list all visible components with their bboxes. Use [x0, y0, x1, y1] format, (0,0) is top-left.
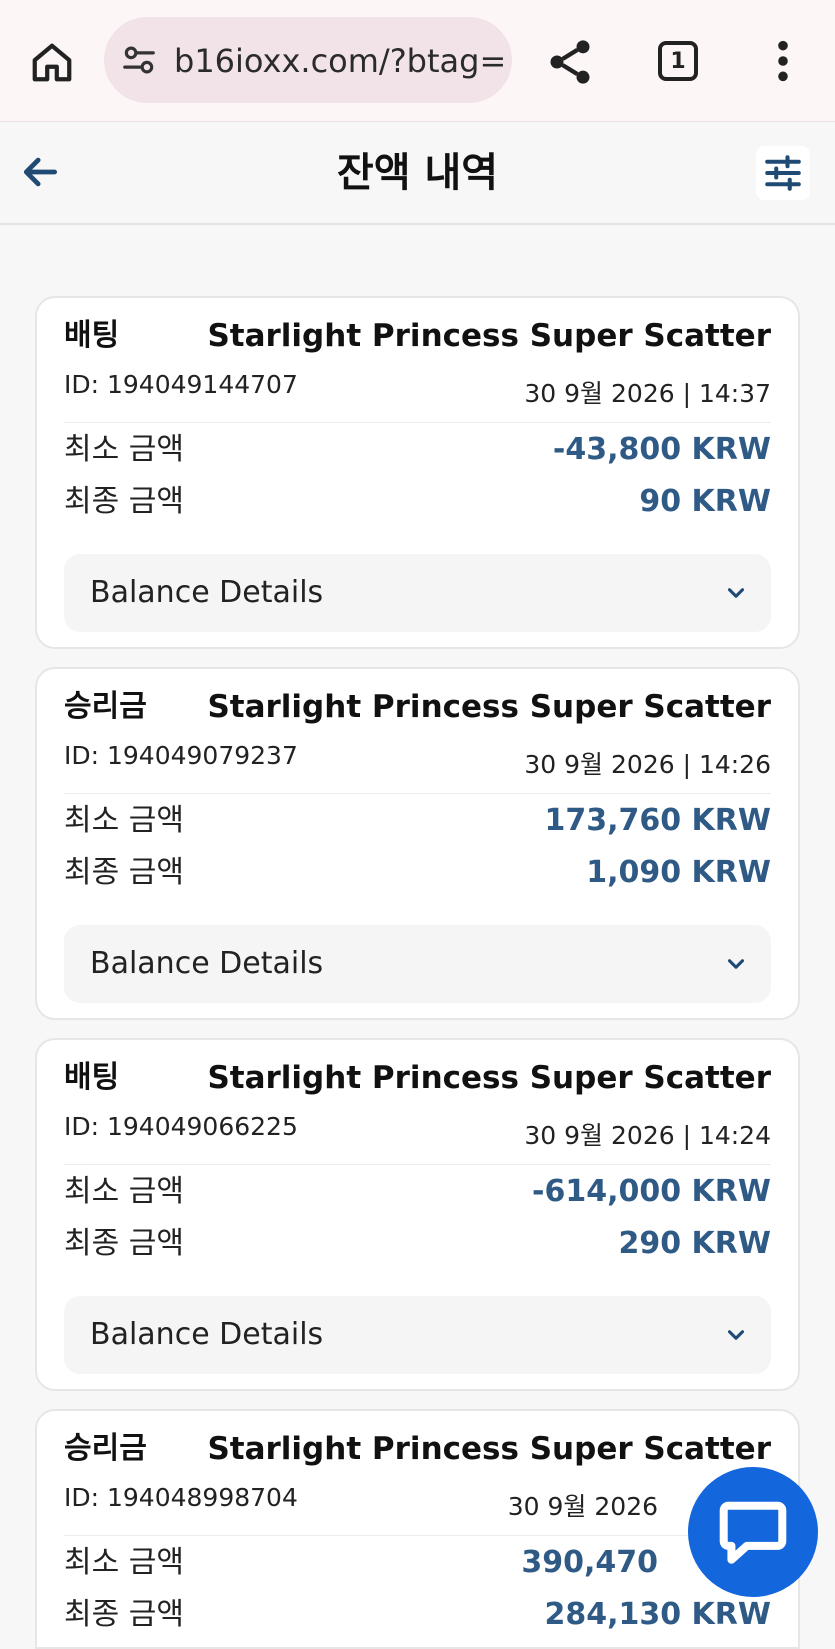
transaction-date: 30 9월 2026 — [507, 1492, 658, 1521]
transaction-date: 30 9월 2026 | 14:24 — [524, 1121, 771, 1150]
transaction-date: 30 9월 2026 | 14:37 — [524, 379, 771, 408]
game-name: Starlight Princess Super Scatter — [207, 318, 771, 354]
amount-value: -614,000 KRW — [532, 1174, 771, 1209]
sliders-icon — [765, 155, 801, 191]
transaction-date: 30 9월 2026 | 14:26 — [524, 750, 771, 779]
transaction-card: 배팅 Starlight Princess Super Scatter ID: … — [35, 296, 800, 649]
page-title: 잔액 내역 — [336, 150, 499, 196]
final-amount-value: 290 KRW — [618, 1226, 771, 1261]
transaction-id: ID: 194048998704 — [64, 1483, 298, 1512]
divider — [64, 793, 771, 794]
balance-details-label: Balance Details — [90, 946, 324, 981]
transaction-card: 승리금 Starlight Princess Super Scatter ID:… — [35, 667, 800, 1020]
game-name: Starlight Princess Super Scatter — [207, 1060, 771, 1096]
final-amount-label: 최종 금액 — [64, 855, 184, 890]
balance-details-toggle[interactable]: Balance Details — [64, 554, 771, 632]
transaction-id: ID: 194049066225 — [64, 1112, 298, 1141]
game-name: Starlight Princess Super Scatter — [207, 689, 771, 725]
home-button[interactable] — [24, 34, 80, 90]
transaction-card: 배팅 Starlight Princess Super Scatter ID: … — [35, 1038, 800, 1391]
amount-value: 173,760 KRW — [544, 803, 771, 838]
address-bar[interactable]: b16ioxx.com/?btag=c — [104, 17, 512, 103]
transaction-type: 배팅 — [64, 1060, 120, 1095]
more-vert-icon[interactable] — [766, 38, 800, 84]
url-text[interactable]: b16ioxx.com/?btag=c — [174, 39, 504, 83]
balance-details-toggle[interactable]: Balance Details — [64, 1296, 771, 1374]
game-name: Starlight Princess Super Scatter — [207, 1431, 771, 1467]
filter-button[interactable] — [756, 146, 810, 200]
transaction-type: 배팅 — [64, 318, 120, 353]
final-amount-value: 1,090 KRW — [586, 855, 771, 890]
final-amount-label: 최종 금액 — [64, 484, 184, 519]
chat-bubble-icon — [719, 1501, 787, 1564]
amount-label: 최소 금액 — [64, 1545, 184, 1580]
tab-switcher-button[interactable]: 1 — [658, 41, 698, 81]
final-amount-value: 284,130 KRW — [544, 1597, 771, 1632]
divider — [64, 1164, 771, 1165]
amount-label: 최소 금액 — [64, 803, 184, 838]
chevron-down-icon — [727, 588, 745, 598]
home-icon — [32, 43, 72, 82]
final-amount-value: 90 KRW — [639, 484, 771, 519]
browser-toolbar: b16ioxx.com/?btag=c 1 — [0, 0, 835, 122]
final-amount-label: 최종 금액 — [64, 1226, 184, 1261]
transaction-card: 승리금 Starlight Princess Super Scatter ID:… — [35, 1409, 800, 1649]
page-header: 잔액 내역 — [0, 122, 835, 225]
amount-label: 최소 금액 — [64, 1174, 184, 1209]
transaction-id: ID: 194049079237 — [64, 741, 298, 770]
live-chat-button[interactable] — [688, 1467, 818, 1597]
balance-details-label: Balance Details — [90, 575, 324, 610]
final-amount-label: 최종 금액 — [64, 1597, 184, 1632]
transaction-type: 승리금 — [64, 689, 147, 724]
arrow-left-icon[interactable] — [18, 150, 62, 194]
balance-details-toggle[interactable]: Balance Details — [64, 925, 771, 1003]
tab-count: 1 — [670, 48, 686, 74]
tune-icon[interactable] — [120, 41, 158, 79]
chevron-down-icon — [727, 1330, 745, 1340]
share-icon[interactable] — [544, 36, 596, 88]
divider — [64, 1535, 771, 1536]
transaction-id: ID: 194049144707 — [64, 370, 298, 399]
amount-value: 390,470 — [521, 1545, 658, 1580]
amount-value: -43,800 KRW — [552, 432, 771, 467]
amount-label: 최소 금액 — [64, 432, 184, 467]
transaction-type: 승리금 — [64, 1431, 147, 1466]
divider — [64, 422, 771, 423]
balance-details-label: Balance Details — [90, 1317, 324, 1352]
chevron-down-icon — [727, 959, 745, 969]
